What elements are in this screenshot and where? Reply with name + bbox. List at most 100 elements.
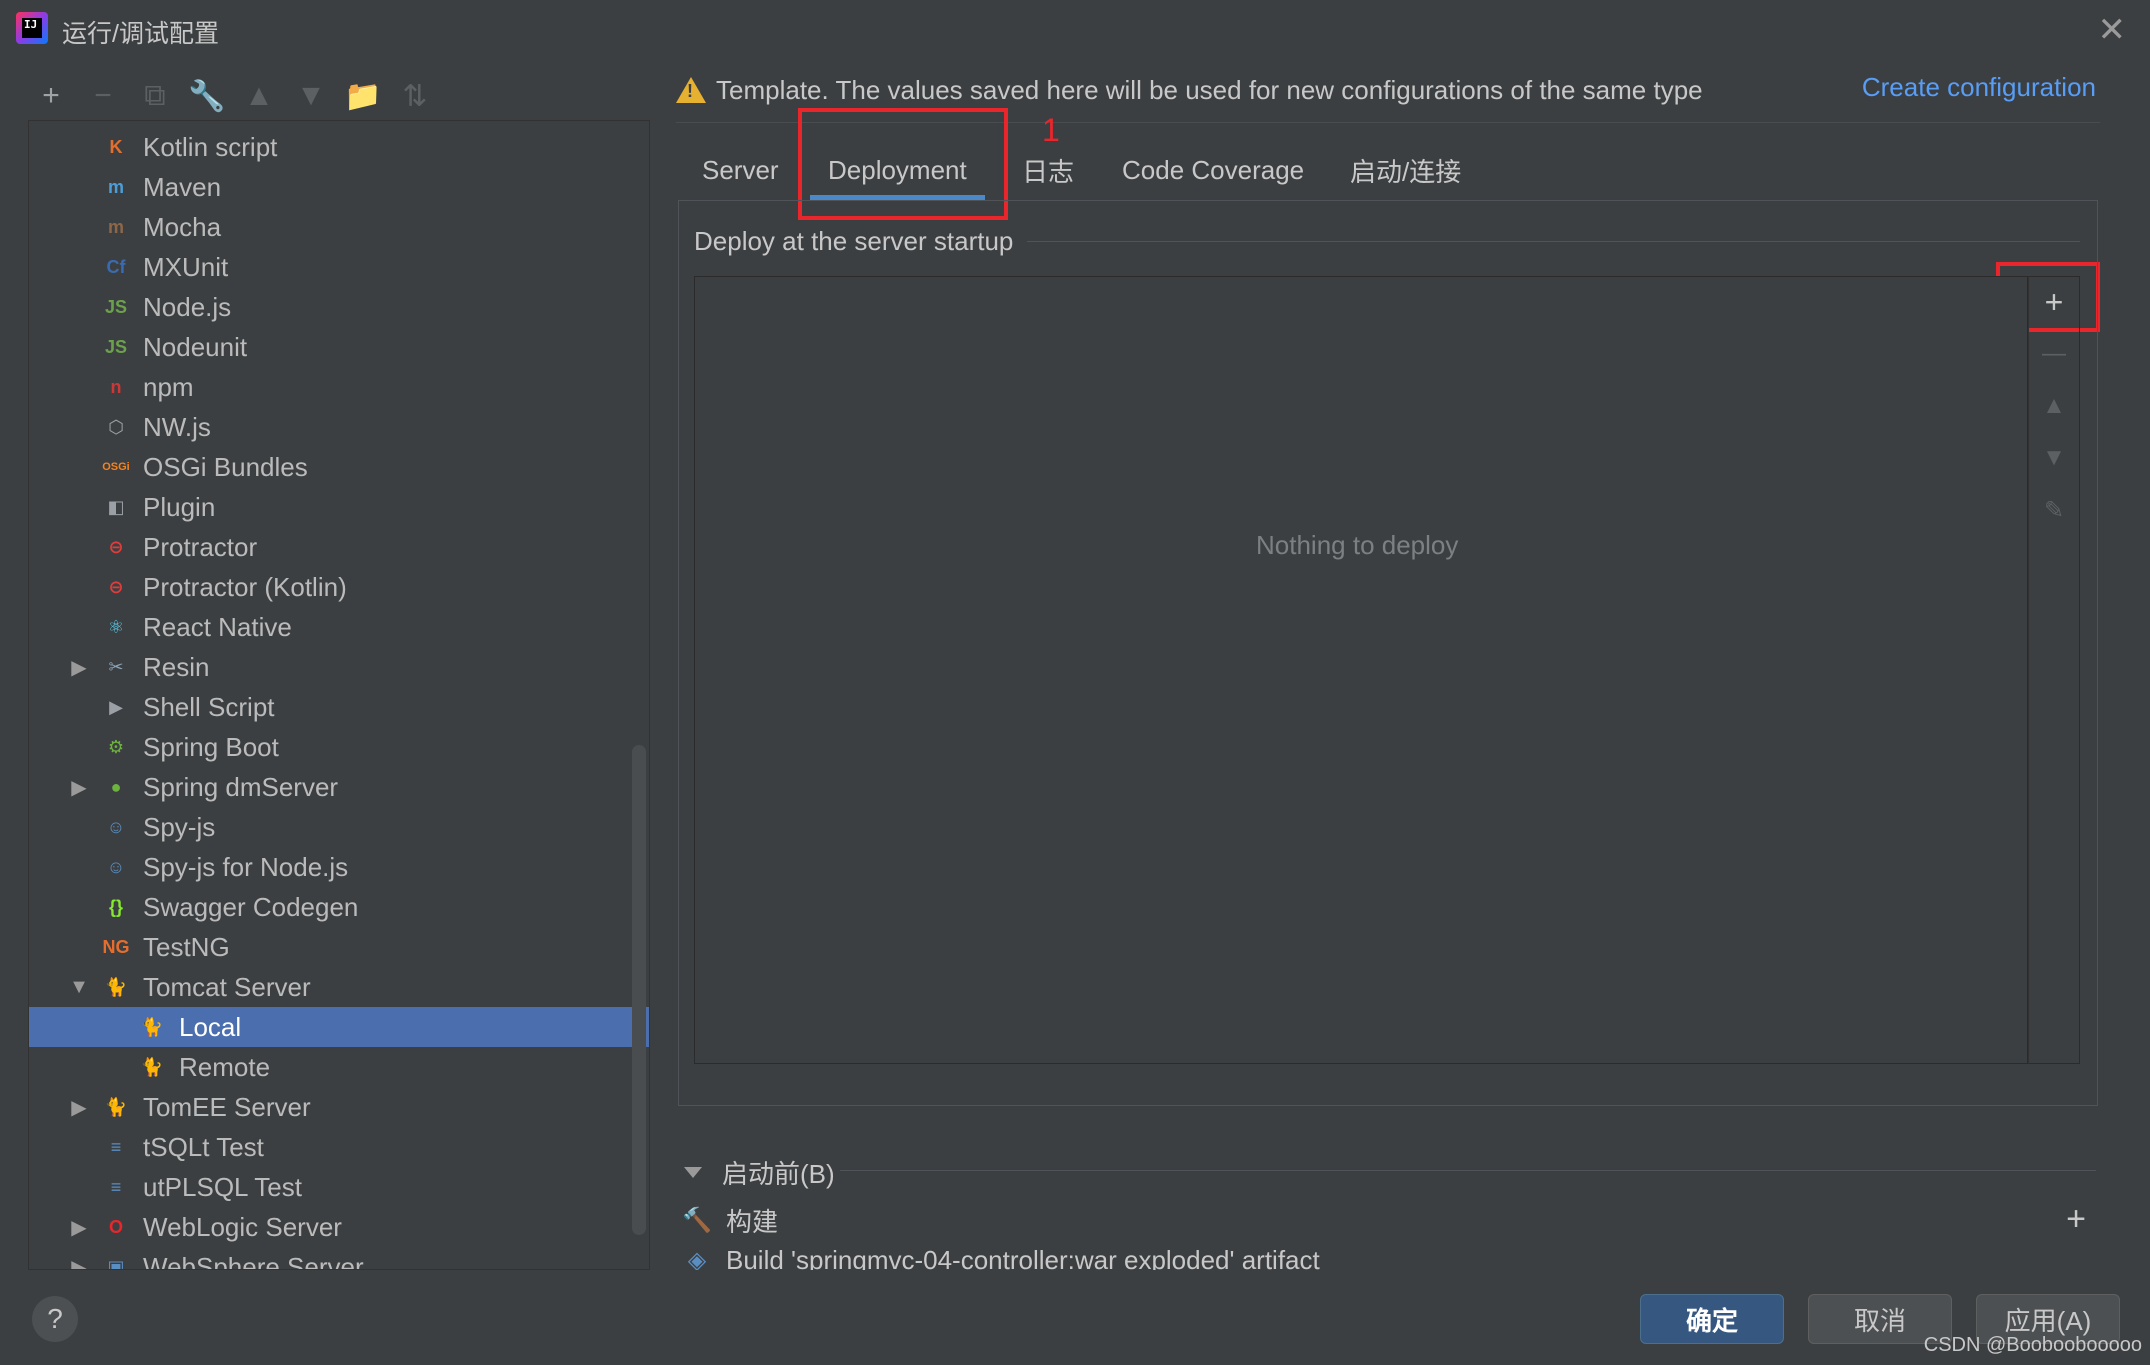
tree-item-label: TestNG xyxy=(143,931,230,962)
tree-item-label: Protractor xyxy=(143,531,258,562)
config-type-icon: n xyxy=(110,376,122,397)
tree-item-spy-js[interactable]: ☺ Spy-js xyxy=(29,807,649,847)
tree-item-resin[interactable]: ▶ ✂ Resin xyxy=(29,647,649,687)
tree-item-label: Spy-js for Node.js xyxy=(143,851,349,882)
help-button[interactable]: ? xyxy=(32,1296,78,1342)
close-icon[interactable]: ✕ xyxy=(2098,10,2127,50)
tree-item-nodeunit[interactable]: JS Nodeunit xyxy=(29,327,649,367)
tree-item-tomcat-server[interactable]: ▼ 🐈 Tomcat Server xyxy=(29,967,649,1007)
tree-item-protractor[interactable]: ⊖ Protractor xyxy=(29,527,649,567)
copy-icon[interactable]: ⧉ xyxy=(134,76,176,116)
config-type-icon: JS xyxy=(104,336,128,357)
before-launch-list[interactable]: 🔨 构建 ◈ Build 'springmvc-04-controller:wa… xyxy=(678,1196,2050,1271)
tree-item-spring-dmserver[interactable]: ▶ ● Spring dmServer xyxy=(29,767,649,807)
deployment-list[interactable] xyxy=(694,276,2028,1064)
remove-icon[interactable]: − xyxy=(82,76,124,116)
config-type-icon: m xyxy=(107,216,124,237)
tree-item-label: Spring dmServer xyxy=(143,771,339,802)
config-type-icon: 🐈 xyxy=(140,1056,164,1077)
tree-item-maven[interactable]: m Maven xyxy=(29,167,649,207)
tab-code-coverage[interactable]: Code Coverage xyxy=(1122,140,1304,200)
tab-log[interactable]: 日志 xyxy=(1022,140,1074,200)
ok-button[interactable]: 确定 xyxy=(1640,1294,1784,1344)
tree-item-label: npm xyxy=(143,371,194,402)
tree-item-tomee-server[interactable]: ▶ 🐈 TomEE Server xyxy=(29,1087,649,1127)
watermark: CSDN @Booboobooooo xyxy=(1923,1334,2142,1356)
tree-item-tsqlt-test[interactable]: ≡ tSQLt Test xyxy=(29,1127,649,1167)
list-item[interactable]: 🔨 构建 xyxy=(678,1200,2048,1240)
config-type-icon: ☺ xyxy=(106,816,126,837)
artifact-icon: ◈ xyxy=(687,1246,707,1271)
tree-item-swagger-codegen[interactable]: {} Swagger Codegen xyxy=(29,887,649,927)
expand-arrow-icon[interactable]: ▶ xyxy=(67,1095,91,1120)
move-up-icon[interactable]: ▲ xyxy=(238,76,280,116)
expand-arrow-icon[interactable]: ▶ xyxy=(67,655,91,680)
config-type-icon: K xyxy=(109,136,123,157)
configuration-tree[interactable]: K Kotlin script m Maven m Mocha Cf MXUnit JS Node… xyxy=(28,120,650,1270)
tree-item-mxunit[interactable]: Cf MXUnit xyxy=(29,247,649,287)
tree-item-npm[interactable]: n npm xyxy=(29,367,649,407)
folder-icon[interactable]: 📁 xyxy=(342,76,384,116)
tree-item-label: Maven xyxy=(143,171,222,202)
expand-arrow-icon[interactable]: ▶ xyxy=(67,775,91,800)
config-type-icon: {} xyxy=(108,896,123,917)
tree-item-utplsql-test[interactable]: ≡ utPLSQL Test xyxy=(29,1167,649,1207)
config-type-icon: OSGi xyxy=(102,461,130,473)
tree-item-websphere-server[interactable]: ▶ ▣ WebSphere Server xyxy=(29,1247,649,1270)
config-type-icon: 🐈 xyxy=(104,1096,128,1117)
tree-item-mocha[interactable]: m Mocha xyxy=(29,207,649,247)
tree-item-label: Tomcat Server xyxy=(143,971,311,1002)
wrench-icon[interactable]: 🔧 xyxy=(186,76,228,116)
config-type-icon: O xyxy=(108,1216,123,1237)
tree-item-label: WebLogic Server xyxy=(143,1211,342,1242)
annotation-number-1: 1 xyxy=(1042,112,1060,148)
config-toolbar: + − ⧉ 🔧 ▲ ▼ 📁 ⇅ xyxy=(30,76,436,116)
tree-item-testng[interactable]: NG TestNG xyxy=(29,927,649,967)
edit-deployment-button[interactable]: ✎ xyxy=(2032,488,2076,532)
collapse-arrow-icon[interactable]: ▼ xyxy=(67,976,91,999)
add-deployment-button[interactable]: + xyxy=(2032,280,2076,324)
tree-item-label: WebSphere Server xyxy=(143,1251,364,1270)
remove-deployment-button[interactable]: — xyxy=(2032,332,2076,376)
tree-item-spy-js-for-node-js[interactable]: ☺ Spy-js for Node.js xyxy=(29,847,649,887)
tree-item-label: MXUnit xyxy=(143,251,229,282)
move-up-button[interactable]: ▲ xyxy=(2032,384,2076,428)
list-item[interactable]: ◈ Build 'springmvc-04-controller:war exp… xyxy=(678,1240,2048,1271)
tree-item-kotlin-script[interactable]: K Kotlin script xyxy=(29,127,649,167)
create-configuration-link[interactable]: Create configuration xyxy=(1862,72,2096,103)
expand-arrow-icon[interactable]: ▶ xyxy=(67,1255,91,1270)
config-type-icon: ⬡ xyxy=(108,416,124,437)
tree-item-label: tSQLt Test xyxy=(143,1131,264,1162)
config-type-icon: ▶ xyxy=(109,696,123,717)
tab-server[interactable]: Server xyxy=(702,140,779,200)
tree-item-label: React Native xyxy=(143,611,292,642)
move-down-button[interactable]: ▼ xyxy=(2032,436,2076,480)
tree-scrollbar[interactable] xyxy=(632,745,646,1235)
tree-item-spring-boot[interactable]: ⚙ Spring Boot xyxy=(29,727,649,767)
tree-item-react-native[interactable]: ⚛ React Native xyxy=(29,607,649,647)
add-before-launch-button[interactable]: + xyxy=(2052,1196,2100,1242)
tree-item-label: Swagger Codegen xyxy=(143,891,359,922)
move-down-icon[interactable]: ▼ xyxy=(290,76,332,116)
tree-item-nw-js[interactable]: ⬡ NW.js xyxy=(29,407,649,447)
tree-item-protractor-kotlin[interactable]: ⊖ Protractor (Kotlin) xyxy=(29,567,649,607)
tree-item-remote[interactable]: 🐈 Remote xyxy=(29,1047,649,1087)
tree-item-node-js[interactable]: JS Node.js xyxy=(29,287,649,327)
tree-item-shell-script[interactable]: ▶ Shell Script xyxy=(29,687,649,727)
collapse-triangle-icon xyxy=(684,1166,702,1178)
tree-item-osgi-bundles[interactable]: OSGi OSGi Bundles xyxy=(29,447,649,487)
before-launch-item-label: 构建 xyxy=(726,1206,779,1237)
config-type-icon: m xyxy=(107,176,124,197)
add-icon[interactable]: + xyxy=(30,76,72,116)
config-type-icon: ≡ xyxy=(110,1136,122,1157)
expand-arrow-icon[interactable]: ▶ xyxy=(67,1215,91,1240)
tree-item-plugin[interactable]: ◧ Plugin xyxy=(29,487,649,527)
tab-label: 启动/连接 xyxy=(1350,156,1462,187)
tab-startup-connection[interactable]: 启动/连接 xyxy=(1350,140,1461,200)
tree-item-local[interactable]: 🐈 Local xyxy=(29,1007,649,1047)
section-divider xyxy=(1026,241,2080,242)
tree-item-weblogic-server[interactable]: ▶ O WebLogic Server xyxy=(29,1207,649,1247)
before-launch-header[interactable]: 启动前(B) xyxy=(684,1152,835,1192)
tab-label: Code Coverage xyxy=(1122,154,1305,185)
sort-icon[interactable]: ⇅ xyxy=(394,76,436,116)
